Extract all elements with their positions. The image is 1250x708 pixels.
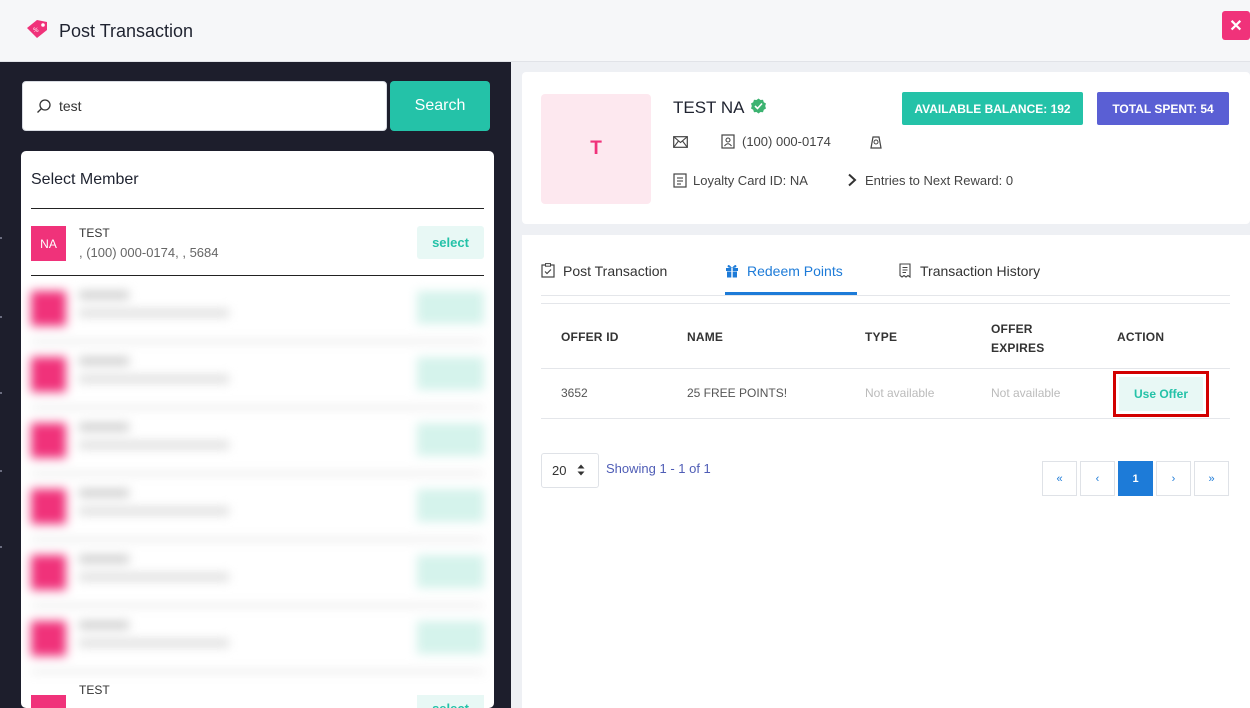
active-tab-indicator [725, 292, 857, 295]
chevron-right-icon [848, 173, 857, 187]
member-name: TEST [79, 683, 110, 697]
mail-icon [673, 136, 688, 148]
search-icon [37, 99, 51, 113]
member-avatar: NA [31, 695, 66, 708]
tab-label: Redeem Points [747, 263, 843, 279]
divider [31, 208, 484, 209]
column-header-offer-expires: OFFER EXPIRES [991, 322, 1045, 355]
next-page-button[interactable]: › [1156, 461, 1191, 496]
tag-logo-icon: % [27, 20, 47, 38]
blurred-member-row [31, 479, 486, 545]
search-field[interactable] [22, 81, 387, 131]
details-panel: T TEST NA (100) 000-0174 Loyalty Card ID… [511, 62, 1250, 708]
select-member-button[interactable]: select [417, 226, 484, 259]
edge-marker [0, 470, 2, 472]
person-icon [870, 136, 882, 149]
prev-page-button[interactable]: ‹ [1080, 461, 1115, 496]
blurred-member-row [31, 545, 486, 611]
tabs-divider [541, 295, 1230, 296]
gift-icon [726, 265, 738, 278]
loyalty-card-icon [673, 173, 687, 188]
column-header-type: TYPE [865, 330, 898, 344]
column-header-offer-id: OFFER ID [561, 330, 619, 344]
member-name: TEST [79, 226, 110, 240]
loyalty-card-id: Loyalty Card ID: NA [693, 173, 808, 188]
use-offer-button[interactable]: Use Offer [1119, 377, 1203, 411]
receipt-icon [899, 263, 911, 278]
total-spent-badge: TOTAL SPENT: 54 [1097, 92, 1229, 125]
available-balance-badge: AVAILABLE BALANCE: 192 [902, 92, 1083, 125]
showing-count: Showing 1 - 1 of 1 [606, 461, 711, 476]
offer-type-cell: Not available [865, 386, 935, 400]
blurred-member-row [31, 347, 486, 413]
page-size-select[interactable]: 20 [541, 453, 599, 488]
blurred-member-list [31, 281, 486, 699]
search-input[interactable] [59, 94, 369, 118]
member-list-title: Select Member [31, 171, 139, 188]
tab-label: Post Transaction [563, 263, 668, 279]
profile-phone: (100) 000-0174 [742, 134, 831, 149]
first-page-button[interactable]: « [1042, 461, 1077, 496]
edge-marker [0, 546, 2, 548]
page-size-value: 20 [552, 463, 567, 478]
sort-arrows-icon [577, 464, 585, 476]
offer-id-cell: 3652 [561, 386, 588, 400]
tab-label: Transaction History [920, 263, 1041, 279]
tabs-card: Post Transaction Redeem Points Transacti… [522, 235, 1250, 708]
edge-marker [0, 316, 2, 318]
table-row: 3652 25 FREE POINTS! Not available Not a… [541, 369, 1230, 419]
offers-table-header: OFFER ID NAME TYPE OFFER EXPIRES ACTION [541, 303, 1230, 369]
modal-header: % Post Transaction ✕ [0, 0, 1250, 62]
offer-expires-cell: Not available [991, 386, 1061, 400]
profile-name: TEST NA [673, 98, 745, 117]
page-1-button[interactable]: 1 [1118, 461, 1153, 496]
column-header-name: NAME [687, 330, 724, 344]
close-button[interactable]: ✕ [1222, 11, 1250, 40]
member-profile-card: T TEST NA (100) 000-0174 Loyalty Card ID… [522, 72, 1250, 224]
clipboard-check-icon [541, 263, 555, 278]
blurred-member-row [31, 281, 486, 347]
offer-name-cell: 25 FREE POINTS! [687, 386, 788, 400]
select-member-button[interactable]: select [417, 695, 484, 708]
member-search-panel: Search Select Member NA TEST , (100) 000… [0, 62, 511, 708]
column-header-action: ACTION [1117, 330, 1165, 344]
edge-marker [0, 392, 2, 394]
last-page-button[interactable]: » [1194, 461, 1229, 496]
member-row[interactable]: NA TEST , (100) 000-0174, , 5684 select [31, 226, 484, 276]
blurred-member-row [31, 611, 486, 677]
member-detail: , (100) 000-0174, , 5684 [79, 245, 219, 260]
member-avatar: NA [31, 226, 66, 261]
blurred-member-row [31, 413, 486, 479]
member-list-card: Select Member NA TEST , (100) 000-0174, … [21, 151, 494, 708]
edge-marker [0, 237, 2, 239]
member-row[interactable]: NA TEST select [31, 681, 484, 708]
profile-avatar: T [541, 94, 651, 204]
search-button[interactable]: Search [390, 81, 490, 131]
divider [31, 275, 484, 276]
modal-title: Post Transaction [59, 21, 194, 41]
use-offer-highlight: Use Offer [1113, 371, 1209, 417]
phone-card-icon [721, 134, 735, 149]
verified-icon [751, 98, 766, 114]
entries-to-next-reward: Entries to Next Reward: 0 [865, 173, 1014, 188]
svg-text:%: % [33, 27, 39, 34]
